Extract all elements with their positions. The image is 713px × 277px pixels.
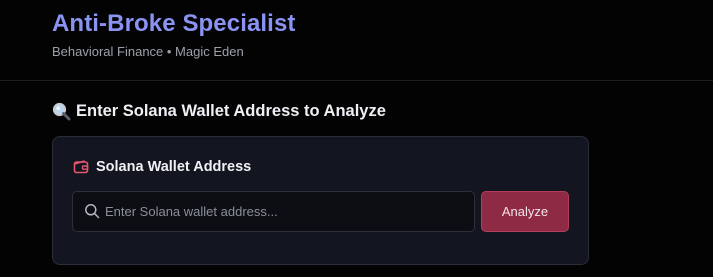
app-header: Anti-Broke Specialist Behavioral Finance… [0, 0, 713, 81]
page: Anti-Broke Specialist Behavioral Finance… [0, 0, 713, 277]
app-subtitle: Behavioral Finance • Magic Eden [52, 44, 244, 59]
wallet-card: Solana Wallet Address Analyze [52, 136, 589, 265]
app-title: Anti-Broke Specialist [52, 10, 296, 37]
wallet-icon [73, 159, 89, 175]
section-heading: Enter Solana Wallet Address to Analyze [52, 102, 386, 121]
analyze-button[interactable]: Analyze [481, 191, 569, 232]
wallet-address-label-text: Solana Wallet Address [96, 159, 252, 175]
wallet-address-input[interactable] [105, 192, 470, 231]
wallet-search-field[interactable] [72, 191, 475, 232]
search-icon [84, 203, 100, 219]
magnifier-icon [52, 102, 71, 121]
section-heading-text: Enter Solana Wallet Address to Analyze [76, 102, 386, 120]
wallet-address-label: Solana Wallet Address [73, 159, 251, 175]
